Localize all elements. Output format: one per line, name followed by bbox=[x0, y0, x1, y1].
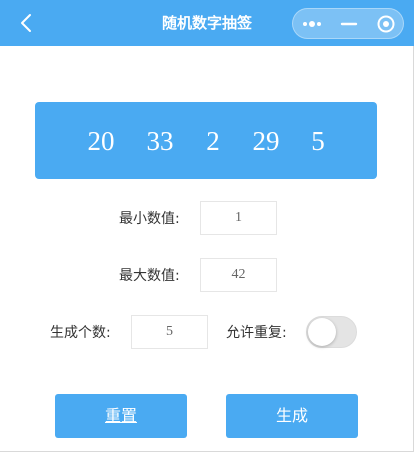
result-number: 20 bbox=[87, 126, 115, 156]
result-panel: 20 33 2 29 5 bbox=[35, 102, 377, 179]
max-value-input[interactable]: 42 bbox=[200, 258, 277, 292]
more-dots-icon bbox=[303, 21, 321, 27]
count-input[interactable]: 5 bbox=[131, 315, 208, 349]
target-circle-icon bbox=[377, 15, 395, 33]
more-button[interactable] bbox=[293, 9, 330, 38]
reset-button[interactable]: 重置 bbox=[55, 394, 187, 438]
allow-repeat-label: 允许重复: bbox=[226, 325, 287, 341]
generate-button[interactable]: 生成 bbox=[226, 394, 358, 438]
result-number: 5 bbox=[311, 126, 325, 156]
result-number: 29 bbox=[252, 126, 280, 156]
result-number: 33 bbox=[146, 126, 174, 156]
toggle-knob bbox=[308, 318, 336, 346]
min-value-input[interactable]: 1 bbox=[200, 201, 277, 235]
title-bar: 随机数字抽签 bbox=[0, 0, 414, 46]
count-label: 生成个数: bbox=[50, 325, 111, 341]
mini-program-capsule bbox=[292, 8, 404, 39]
app-window: 随机数字抽签 20 33 2 29 5 最小数值: 1 最大数值: 42 生成个… bbox=[0, 0, 414, 452]
max-value-label: 最大数值: bbox=[119, 268, 180, 284]
min-value-label: 最小数值: bbox=[119, 211, 180, 227]
minus-icon bbox=[340, 22, 358, 26]
result-number: 2 bbox=[206, 126, 220, 156]
allow-repeat-toggle[interactable] bbox=[306, 316, 357, 348]
close-button[interactable] bbox=[367, 9, 404, 38]
minimize-button[interactable] bbox=[330, 9, 367, 38]
